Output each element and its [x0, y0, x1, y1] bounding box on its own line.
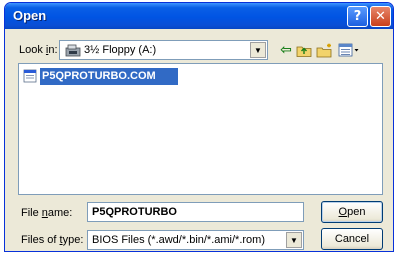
look-in-combo[interactable]: 3½ Floppy (A:) ▼ — [59, 40, 268, 60]
file-type-label: Files of type: — [21, 234, 84, 246]
views-menu-icon — [338, 43, 359, 57]
help-icon: ? — [353, 9, 362, 24]
back-button[interactable]: ⇦ — [276, 40, 296, 60]
file-name-label: P5QPROTURBO.COM — [40, 68, 178, 85]
file-type-combo[interactable]: BIOS Files (*.awd/*.bin/*.ami/*.rom) ▼ — [87, 230, 304, 250]
look-in-value: 3½ Floppy (A:) — [84, 44, 157, 56]
file-type-dropdown-button[interactable]: ▼ — [286, 232, 302, 248]
window-title: Open — [13, 8, 47, 23]
open-dialog: Open ? ✕ Look in: 3½ Floppy (A:) ▼ ⇦ P5Q… — [4, 2, 394, 252]
open-button[interactable]: Open — [321, 201, 383, 223]
file-name-input[interactable]: P5QPROTURBO — [87, 202, 304, 222]
close-icon: ✕ — [375, 9, 386, 24]
chevron-down-icon: ▼ — [254, 45, 262, 55]
views-menu-button[interactable] — [336, 40, 362, 60]
new-folder-icon — [316, 43, 331, 57]
new-folder-button[interactable] — [314, 40, 334, 60]
file-name-label: File name: — [21, 207, 73, 219]
look-in-label: Look in: — [19, 44, 58, 56]
close-button[interactable]: ✕ — [370, 6, 391, 27]
list-item[interactable]: P5QPROTURBO.COM — [23, 68, 178, 85]
back-arrow-icon: ⇦ — [280, 42, 292, 58]
cancel-button[interactable]: Cancel — [321, 228, 383, 250]
help-button[interactable]: ? — [347, 6, 368, 27]
up-one-level-button[interactable] — [294, 40, 314, 60]
title-bar[interactable]: Open ? ✕ — [5, 3, 393, 29]
file-icon — [23, 69, 37, 83]
chevron-down-icon: ▼ — [290, 235, 298, 245]
look-in-dropdown-button[interactable]: ▼ — [250, 42, 266, 58]
file-type-value: BIOS Files (*.awd/*.bin/*.ami/*.rom) — [92, 234, 265, 246]
up-folder-icon — [296, 46, 312, 57]
file-list[interactable]: P5QPROTURBO.COM — [18, 63, 383, 195]
floppy-icon — [65, 44, 81, 57]
